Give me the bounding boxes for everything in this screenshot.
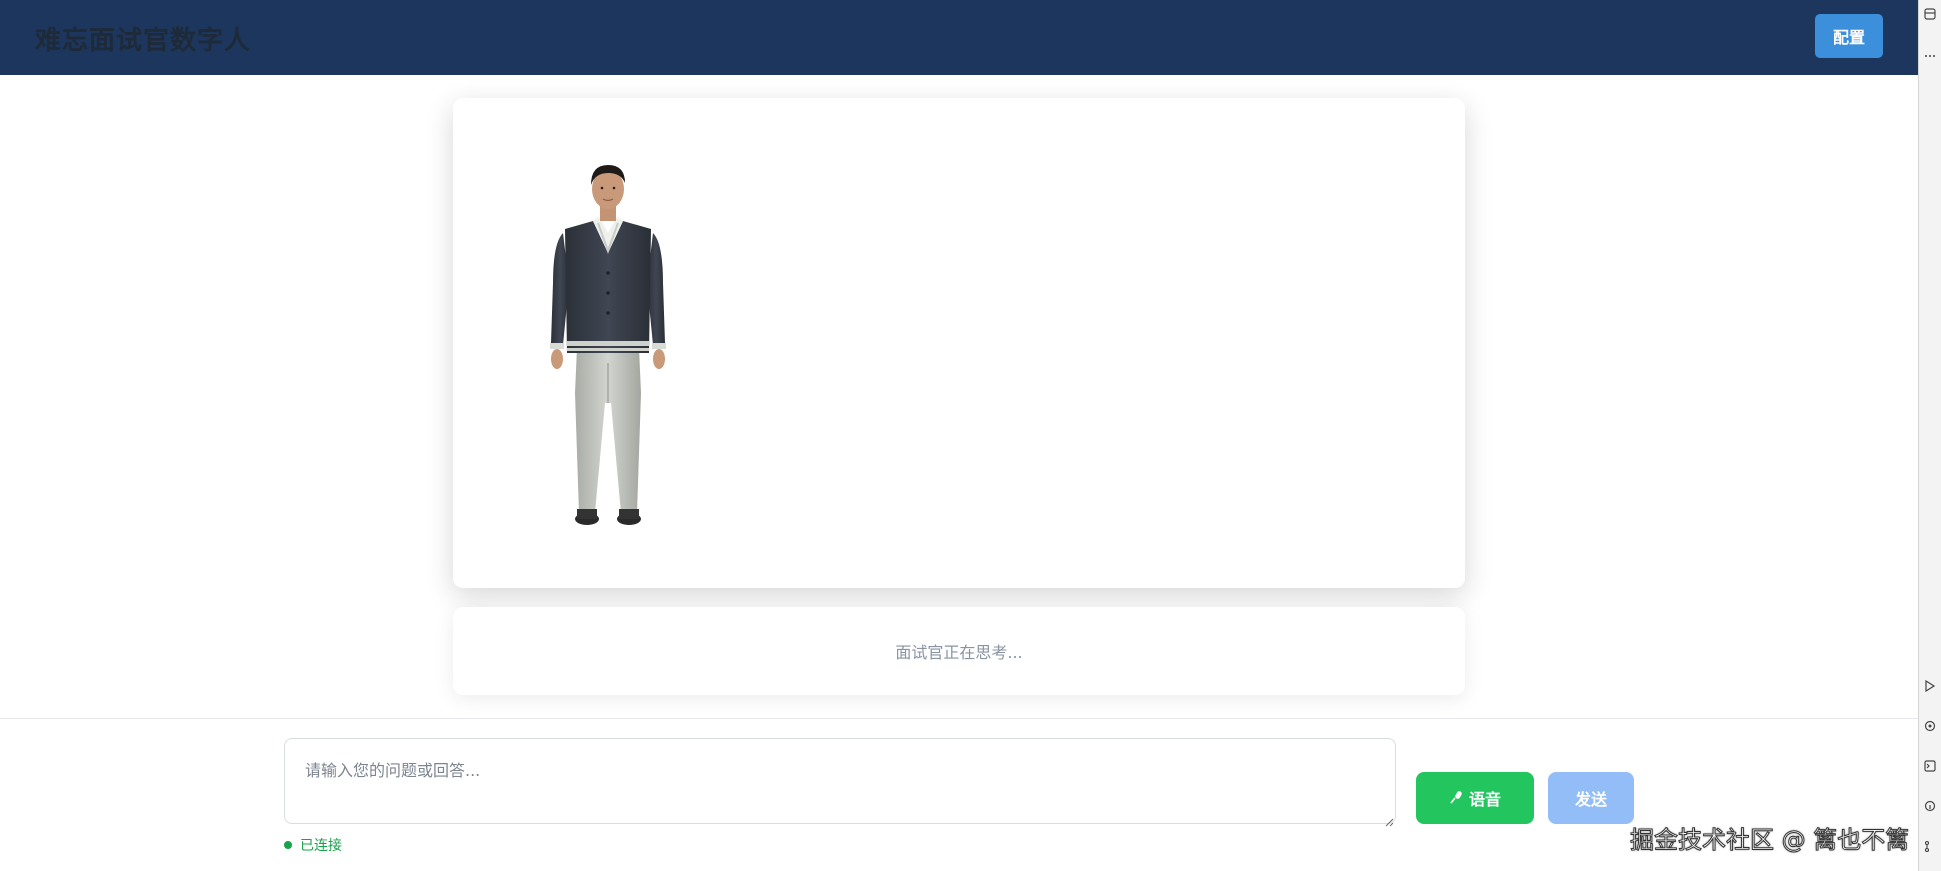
run-icon[interactable] — [1924, 679, 1936, 693]
status-text: 面试官正在思考... — [895, 643, 1023, 662]
layout-icon[interactable] — [1924, 8, 1936, 20]
avatar-stage — [453, 98, 1465, 588]
watermark: 掘金技术社区 @ 篱也不篱 — [1629, 826, 1910, 855]
footer-divider — [0, 718, 1918, 719]
voice-button[interactable]: 语音 — [1416, 772, 1534, 824]
microphone-icon — [1449, 789, 1463, 808]
info-icon[interactable] — [1924, 800, 1936, 812]
connection-status-text: 已连接 — [300, 838, 342, 854]
voice-button-label: 语音 — [1468, 790, 1501, 809]
app-title: 难忘面试官数字人 — [35, 26, 252, 56]
connection-indicator-icon — [284, 841, 292, 849]
side-panel-strip — [1918, 0, 1941, 871]
digital-human-avatar — [543, 163, 673, 563]
config-button[interactable]: 配置 — [1815, 14, 1883, 58]
app-header: 难忘面试官数字人 配置 — [0, 0, 1918, 75]
source-control-icon[interactable] — [1924, 840, 1936, 853]
debug-icon[interactable] — [1924, 720, 1936, 732]
send-button[interactable]: 发送 — [1548, 772, 1634, 824]
resize-handle-icon[interactable] — [1384, 812, 1394, 827]
connection-status: 已连接 — [284, 836, 342, 854]
message-input[interactable] — [284, 738, 1396, 824]
more-icon[interactable] — [1924, 50, 1936, 62]
terminal-icon[interactable] — [1924, 760, 1936, 772]
status-panel: 面试官正在思考... — [453, 607, 1465, 695]
